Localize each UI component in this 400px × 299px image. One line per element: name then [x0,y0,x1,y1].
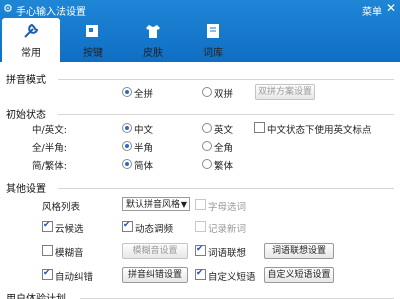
keyboard-icon [86,25,98,37]
quanpin-radio[interactable] [122,87,132,97]
traditional-radio[interactable] [202,159,212,169]
assoc-label: 词语联想 [208,248,247,259]
section-user-plan-title: 用户体验计划 [6,290,66,299]
shuangpin-scheme-button[interactable]: 双拼方案设置 [255,84,315,100]
dynamic-freq-checkbox[interactable] [122,220,133,232]
letter-input-label: 字母选词 [208,202,247,213]
tab-skin[interactable]: 皮肤 [124,18,182,62]
tab-label: 按键 [83,48,103,59]
custom-phrase-checkbox[interactable] [195,268,206,280]
trad-label: 简/繁体: [32,161,67,172]
record-new-label: 记录新词 [208,224,247,235]
window-title: 手心输入法设置 [16,7,86,18]
assoc-settings-button[interactable]: 词语联想设置 [264,243,334,259]
settings-content: 拼音模式 全拼 双拼 双拼方案设置 初始状态 中/英文: 中文 英文 中文状态下… [0,62,400,299]
fullwidth-label: 全角 [214,143,234,154]
custom-phrase-settings-button[interactable]: 自定义短语设置 [264,267,334,283]
tab-label: 常用 [21,48,41,59]
style-list-label: 风格列表 [42,202,81,213]
tshirt-icon [146,25,160,38]
letter-input-checkbox[interactable] [195,199,206,210]
style-select[interactable]: 默认拼音风格 ▼ [122,197,190,211]
section-other-title: 其他设置 [6,184,46,195]
tab-lexicon[interactable]: 词库 [184,18,242,62]
chevron-down-icon: ▼ [180,200,187,209]
cloud-label: 云候选 [55,224,84,235]
assoc-checkbox[interactable] [195,244,206,256]
menu-button[interactable]: 菜单 [362,3,382,18]
section-pinyin-title: 拼音模式 [6,75,46,86]
shuangpin-radio[interactable] [202,87,212,97]
tab-common[interactable]: 常用 [2,18,60,62]
dynamic-freq-label: 动态调频 [135,224,174,235]
chinese-label: 中文 [134,125,154,136]
divider [58,114,394,115]
style-select-value: 默认拼音风格 [126,200,181,210]
custom-phrase-label: 自定义短语 [208,272,256,283]
fuzzy-checkbox[interactable] [42,245,53,256]
settings-window: ⚙ 手心输入法设置 菜单 ✕ 常用 按键 皮肤 词库 拼音模式 全拼 双拼 双拼… [0,0,400,299]
book-icon [207,24,219,38]
english-label: 英文 [214,125,234,136]
fuzzy-settings-button[interactable]: 模糊音设置 [122,243,188,259]
fullwidth-radio[interactable] [202,141,212,151]
divider [58,188,394,189]
record-new-checkbox[interactable] [195,221,206,232]
section-initial-title: 初始状态 [6,110,46,121]
close-icon[interactable]: ✕ [385,2,397,14]
quanpin-label: 全拼 [134,89,154,100]
english-radio[interactable] [202,123,212,133]
fuzzy-label: 模糊音 [55,248,84,259]
halfwidth-radio[interactable] [122,141,132,151]
traditional-label: 繁体 [214,161,234,172]
divider [58,79,394,80]
english-punct-checkbox[interactable] [254,122,265,133]
tab-label: 词库 [203,48,223,59]
auto-correct-label: 自动纠错 [55,272,94,283]
simplified-radio[interactable] [122,159,132,169]
title-bar: ⚙ 手心输入法设置 菜单 ✕ 常用 按键 皮肤 词库 [0,0,400,62]
correct-settings-button[interactable]: 拼音纠错设置 [122,267,188,283]
auto-correct-checkbox[interactable] [42,268,53,280]
chinese-radio[interactable] [122,123,132,133]
shuangpin-label: 双拼 [214,89,234,100]
wrench-icon [24,23,39,38]
width-label: 全/半角: [32,143,67,154]
halfwidth-label: 半角 [134,143,154,154]
cn-en-label: 中/英文: [32,125,67,136]
tab-keys[interactable]: 按键 [64,18,122,62]
gear-icon: ⚙ [3,2,13,15]
english-punct-label: 中文状态下使用英文标点 [267,125,372,136]
cloud-checkbox[interactable] [42,220,53,232]
tab-label: 皮肤 [143,48,163,59]
simplified-label: 简体 [134,161,154,172]
